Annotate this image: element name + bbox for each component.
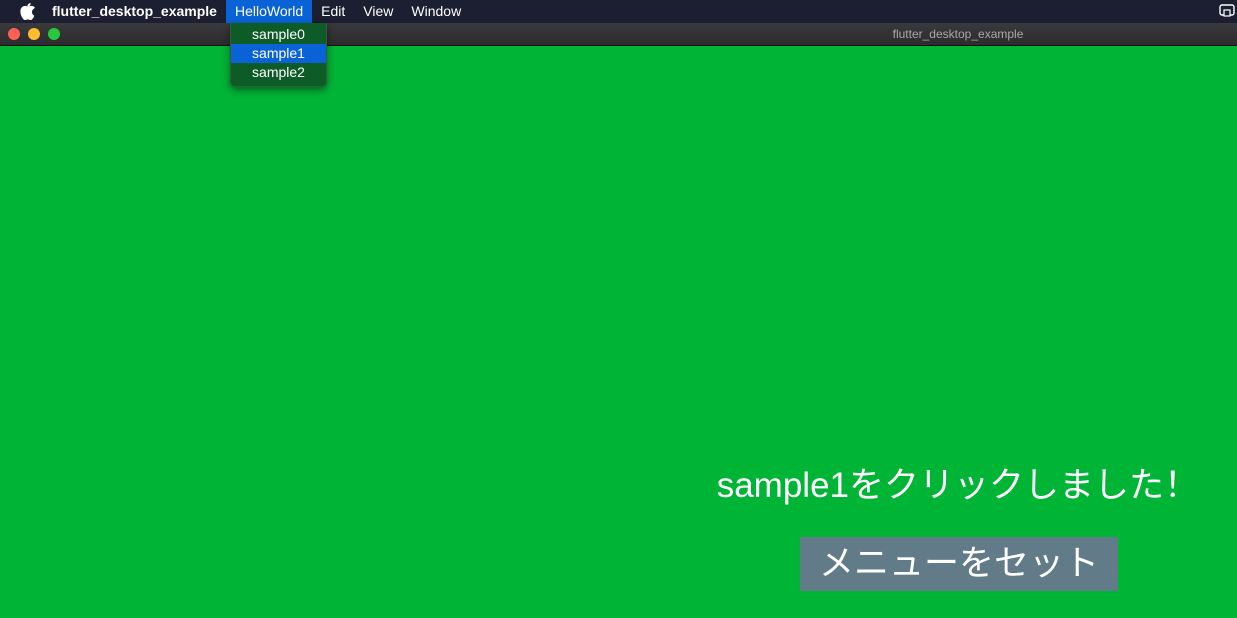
menu-bar: flutter_desktop_example HelloWorld Edit … bbox=[0, 0, 1237, 23]
menu-item-sample0[interactable]: sample0 bbox=[231, 25, 326, 44]
menu-item-sample1[interactable]: sample1 bbox=[231, 44, 326, 63]
window-title: flutter_desktop_example bbox=[892, 27, 1024, 41]
screen-mirroring-icon[interactable] bbox=[1219, 3, 1235, 19]
apple-menu-icon[interactable] bbox=[18, 3, 36, 21]
close-window-button[interactable] bbox=[8, 28, 20, 40]
menu-edit[interactable]: Edit bbox=[312, 0, 354, 23]
window-titlebar[interactable]: flutter_desktop_example bbox=[0, 23, 1237, 46]
status-message: sample1をクリックしました！ bbox=[716, 466, 1199, 505]
set-menu-button[interactable]: メニューをセット bbox=[800, 537, 1118, 591]
helloworld-dropdown-menu: sample0 sample1 sample2 bbox=[230, 23, 327, 87]
menu-app-name[interactable]: flutter_desktop_example bbox=[52, 0, 226, 23]
menu-helloworld[interactable]: HelloWorld bbox=[225, 0, 313, 23]
menu-item-sample2[interactable]: sample2 bbox=[231, 63, 326, 82]
app-content: sample1をクリックしました！ メニューをセット bbox=[0, 46, 1237, 618]
zoom-window-button[interactable] bbox=[48, 28, 60, 40]
menu-window[interactable]: Window bbox=[402, 0, 470, 23]
menu-view[interactable]: View bbox=[354, 0, 402, 23]
minimize-window-button[interactable] bbox=[28, 28, 40, 40]
